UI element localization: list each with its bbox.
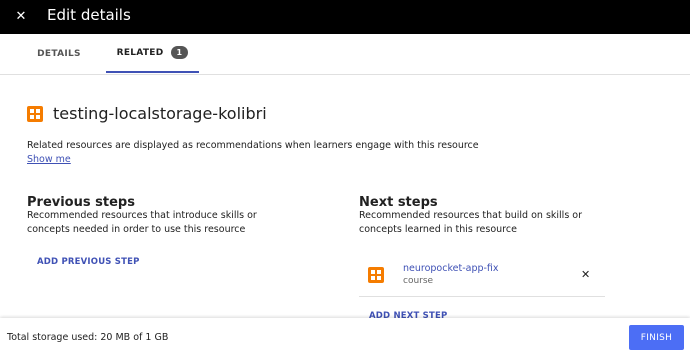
next-step-name-link[interactable]: neuropocket-app-fix: [403, 263, 499, 274]
close-icon[interactable]: ✕: [14, 9, 28, 24]
tab-details-label: DETAILS: [37, 48, 81, 59]
tab-bar: DETAILS RELATED 1: [0, 34, 690, 75]
tab-details[interactable]: DETAILS: [30, 34, 88, 73]
next-step-kind: course: [403, 276, 434, 286]
next-steps-description: Recommended resources that build on skil…: [359, 210, 583, 235]
tab-related-label: RELATED: [116, 47, 164, 58]
top-bar: ✕ Edit details: [0, 0, 690, 34]
course-grid-icon: [27, 105, 43, 122]
next-steps-title: Next steps: [359, 195, 438, 210]
dialog-title: Edit details: [47, 6, 131, 24]
resource-title: testing-localstorage-kolibri: [53, 104, 267, 123]
resource-header: testing-localstorage-kolibri: [27, 104, 267, 123]
related-description: Related resources are displayed as recom…: [27, 140, 479, 151]
show-me-link[interactable]: Show me: [27, 154, 71, 165]
course-grid-icon: [368, 267, 384, 283]
previous-steps-title: Previous steps: [27, 195, 135, 210]
previous-steps-description: Recommended resources that introduce ski…: [27, 210, 257, 235]
tab-related[interactable]: RELATED 1: [106, 34, 199, 73]
storage-usage: Total storage used: 20 MB of 1 GB: [7, 332, 169, 343]
related-count-badge: 1: [170, 46, 189, 59]
next-step-item: neuropocket-app-fix course ✕: [359, 255, 605, 297]
remove-icon[interactable]: ✕: [581, 268, 590, 281]
finish-button[interactable]: FINISH: [629, 325, 684, 350]
add-previous-step-button[interactable]: ADD PREVIOUS STEP: [37, 257, 140, 267]
footer-bar: Total storage used: 20 MB of 1 GB FINISH: [0, 318, 690, 353]
